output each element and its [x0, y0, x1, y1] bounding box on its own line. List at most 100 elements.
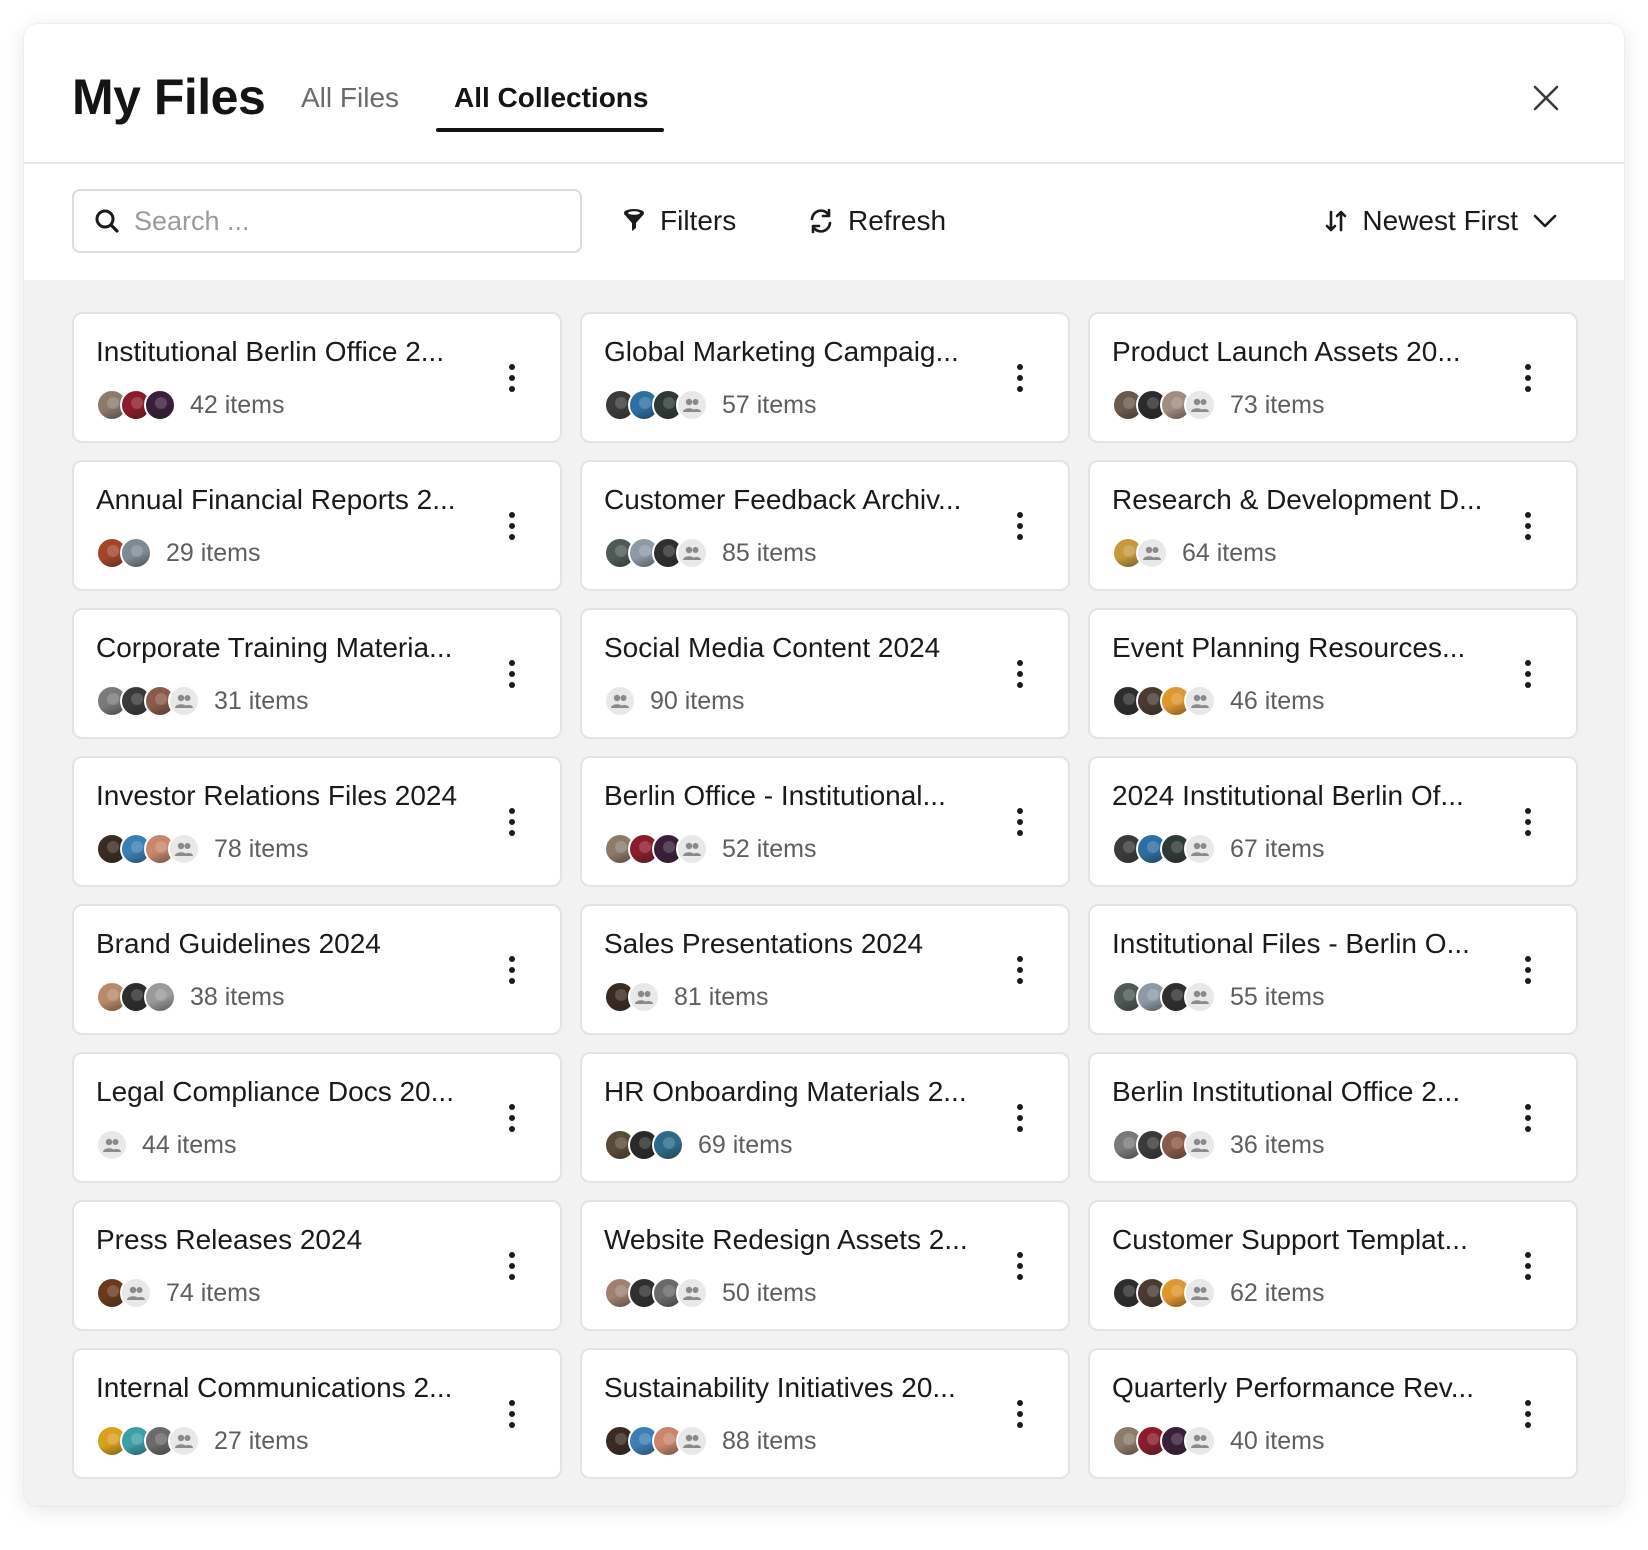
more-options-button[interactable]: [1008, 360, 1032, 396]
more-options-button[interactable]: [1008, 1100, 1032, 1136]
collection-card[interactable]: Annual Financial Reports 2... 29 items: [72, 460, 562, 591]
more-vertical-icon: [509, 1126, 515, 1132]
chevron-down-icon: [1533, 214, 1557, 228]
group-avatar: [168, 685, 200, 717]
filters-button[interactable]: Filters: [622, 196, 736, 246]
tab-all-collections[interactable]: All Collections: [454, 82, 648, 114]
more-options-button[interactable]: [1516, 1100, 1540, 1136]
collection-card[interactable]: Research & Development D... 64 items: [1088, 460, 1578, 591]
search-input[interactable]: [134, 205, 554, 237]
avatar: [652, 1129, 684, 1161]
search-box[interactable]: [72, 189, 582, 253]
avatar-stack: [96, 1277, 152, 1309]
collection-card[interactable]: Customer Support Templat... 62 items: [1088, 1200, 1578, 1331]
collection-meta: 78 items: [96, 832, 308, 866]
close-button[interactable]: [1528, 80, 1564, 116]
more-options-button[interactable]: [500, 360, 524, 396]
collection-card[interactable]: Investor Relations Files 2024 78 items: [72, 756, 562, 887]
more-vertical-icon: [509, 523, 515, 529]
sort-dropdown[interactable]: Newest First: [1324, 196, 1558, 246]
group-avatar: [676, 537, 708, 569]
avatar-stack: [604, 833, 708, 865]
tab-all-files[interactable]: All Files: [301, 82, 399, 114]
more-vertical-icon: [509, 808, 515, 814]
collection-meta: 44 items: [96, 1128, 236, 1162]
more-options-button[interactable]: [500, 1396, 524, 1432]
more-options-button[interactable]: [500, 1100, 524, 1136]
more-options-button[interactable]: [1516, 508, 1540, 544]
more-options-button[interactable]: [1008, 804, 1032, 840]
collection-card[interactable]: Berlin Office - Institutional... 52 item…: [580, 756, 1070, 887]
more-vertical-icon: [1525, 1274, 1531, 1280]
collection-card[interactable]: Quarterly Performance Rev... 40 items: [1088, 1348, 1578, 1479]
more-options-button[interactable]: [1008, 1396, 1032, 1432]
more-vertical-icon: [509, 512, 515, 518]
collection-card[interactable]: Website Redesign Assets 2... 50 items: [580, 1200, 1070, 1331]
collection-card[interactable]: Event Planning Resources... 46 items: [1088, 608, 1578, 739]
refresh-label: Refresh: [848, 205, 947, 236]
group-avatar: [1184, 833, 1216, 865]
collection-card[interactable]: Corporate Training Materia... 31 items: [72, 608, 562, 739]
more-options-button[interactable]: [1008, 656, 1032, 692]
collection-card[interactable]: Institutional Files - Berlin O... 55 ite…: [1088, 904, 1578, 1035]
collection-card[interactable]: Press Releases 2024 74 items: [72, 1200, 562, 1331]
more-vertical-icon: [1017, 364, 1023, 370]
more-options-button[interactable]: [1516, 360, 1540, 396]
item-count: 62 items: [1230, 1278, 1325, 1307]
collections-grid: Institutional Berlin Office 2... 42 item…: [72, 312, 1578, 1479]
more-vertical-icon: [1017, 956, 1023, 962]
refresh-button[interactable]: Refresh: [808, 196, 946, 246]
more-vertical-icon: [509, 682, 515, 688]
more-vertical-icon: [1017, 1274, 1023, 1280]
users-icon: [1191, 1138, 1209, 1152]
more-options-button[interactable]: [1516, 656, 1540, 692]
more-options-button[interactable]: [1008, 508, 1032, 544]
more-options-button[interactable]: [1516, 952, 1540, 988]
collection-card[interactable]: Customer Feedback Archiv... 85 items: [580, 460, 1070, 591]
collection-title: Institutional Berlin Office 2...: [96, 336, 445, 367]
more-options-button[interactable]: [1008, 1248, 1032, 1284]
more-vertical-icon: [509, 375, 515, 381]
more-vertical-icon: [1017, 978, 1023, 984]
collection-title: Customer Feedback Archiv...: [604, 484, 962, 515]
collection-card[interactable]: Legal Compliance Docs 20... 44 items: [72, 1052, 562, 1183]
more-options-button[interactable]: [1516, 1396, 1540, 1432]
users-icon: [103, 1138, 121, 1152]
more-options-button[interactable]: [500, 1248, 524, 1284]
more-options-button[interactable]: [1516, 1248, 1540, 1284]
collection-card[interactable]: 2024 Institutional Berlin Of... 67 items: [1088, 756, 1578, 887]
collection-title: Social Media Content 2024: [604, 632, 941, 663]
collection-card[interactable]: Institutional Berlin Office 2... 42 item…: [72, 312, 562, 443]
more-options-button[interactable]: [1008, 952, 1032, 988]
more-options-button[interactable]: [1516, 804, 1540, 840]
more-vertical-icon: [509, 819, 515, 825]
collection-card[interactable]: Berlin Institutional Office 2... 36 item…: [1088, 1052, 1578, 1183]
collection-card[interactable]: Brand Guidelines 2024 38 items: [72, 904, 562, 1035]
collection-card[interactable]: Social Media Content 2024 90 items: [580, 608, 1070, 739]
collection-card[interactable]: Sustainability Initiatives 20... 88 item…: [580, 1348, 1070, 1479]
item-count: 85 items: [722, 538, 817, 567]
more-options-button[interactable]: [500, 952, 524, 988]
collection-meta: 36 items: [1112, 1128, 1324, 1162]
more-vertical-icon: [509, 830, 515, 836]
more-options-button[interactable]: [500, 656, 524, 692]
more-vertical-icon: [1017, 1263, 1023, 1269]
more-vertical-icon: [1525, 1115, 1531, 1121]
more-vertical-icon: [1017, 375, 1023, 381]
collection-meta: 67 items: [1112, 832, 1324, 866]
toolbar: Filters Refresh Newest First: [24, 164, 1624, 278]
avatar-stack: [96, 537, 152, 569]
collection-card[interactable]: Sales Presentations 2024 81 items: [580, 904, 1070, 1035]
collection-card[interactable]: Internal Communications 2... 27 items: [72, 1348, 562, 1479]
group-avatar: [96, 1129, 128, 1161]
more-vertical-icon: [509, 1411, 515, 1417]
more-vertical-icon: [1525, 512, 1531, 518]
item-count: 38 items: [190, 982, 285, 1011]
collection-card[interactable]: HR Onboarding Materials 2... 69 items: [580, 1052, 1070, 1183]
collection-card[interactable]: Global Marketing Campaig... 57 items: [580, 312, 1070, 443]
more-options-button[interactable]: [500, 804, 524, 840]
item-count: 40 items: [1230, 1426, 1325, 1455]
item-count: 46 items: [1230, 686, 1325, 715]
collection-card[interactable]: Product Launch Assets 20... 73 items: [1088, 312, 1578, 443]
more-options-button[interactable]: [500, 508, 524, 544]
